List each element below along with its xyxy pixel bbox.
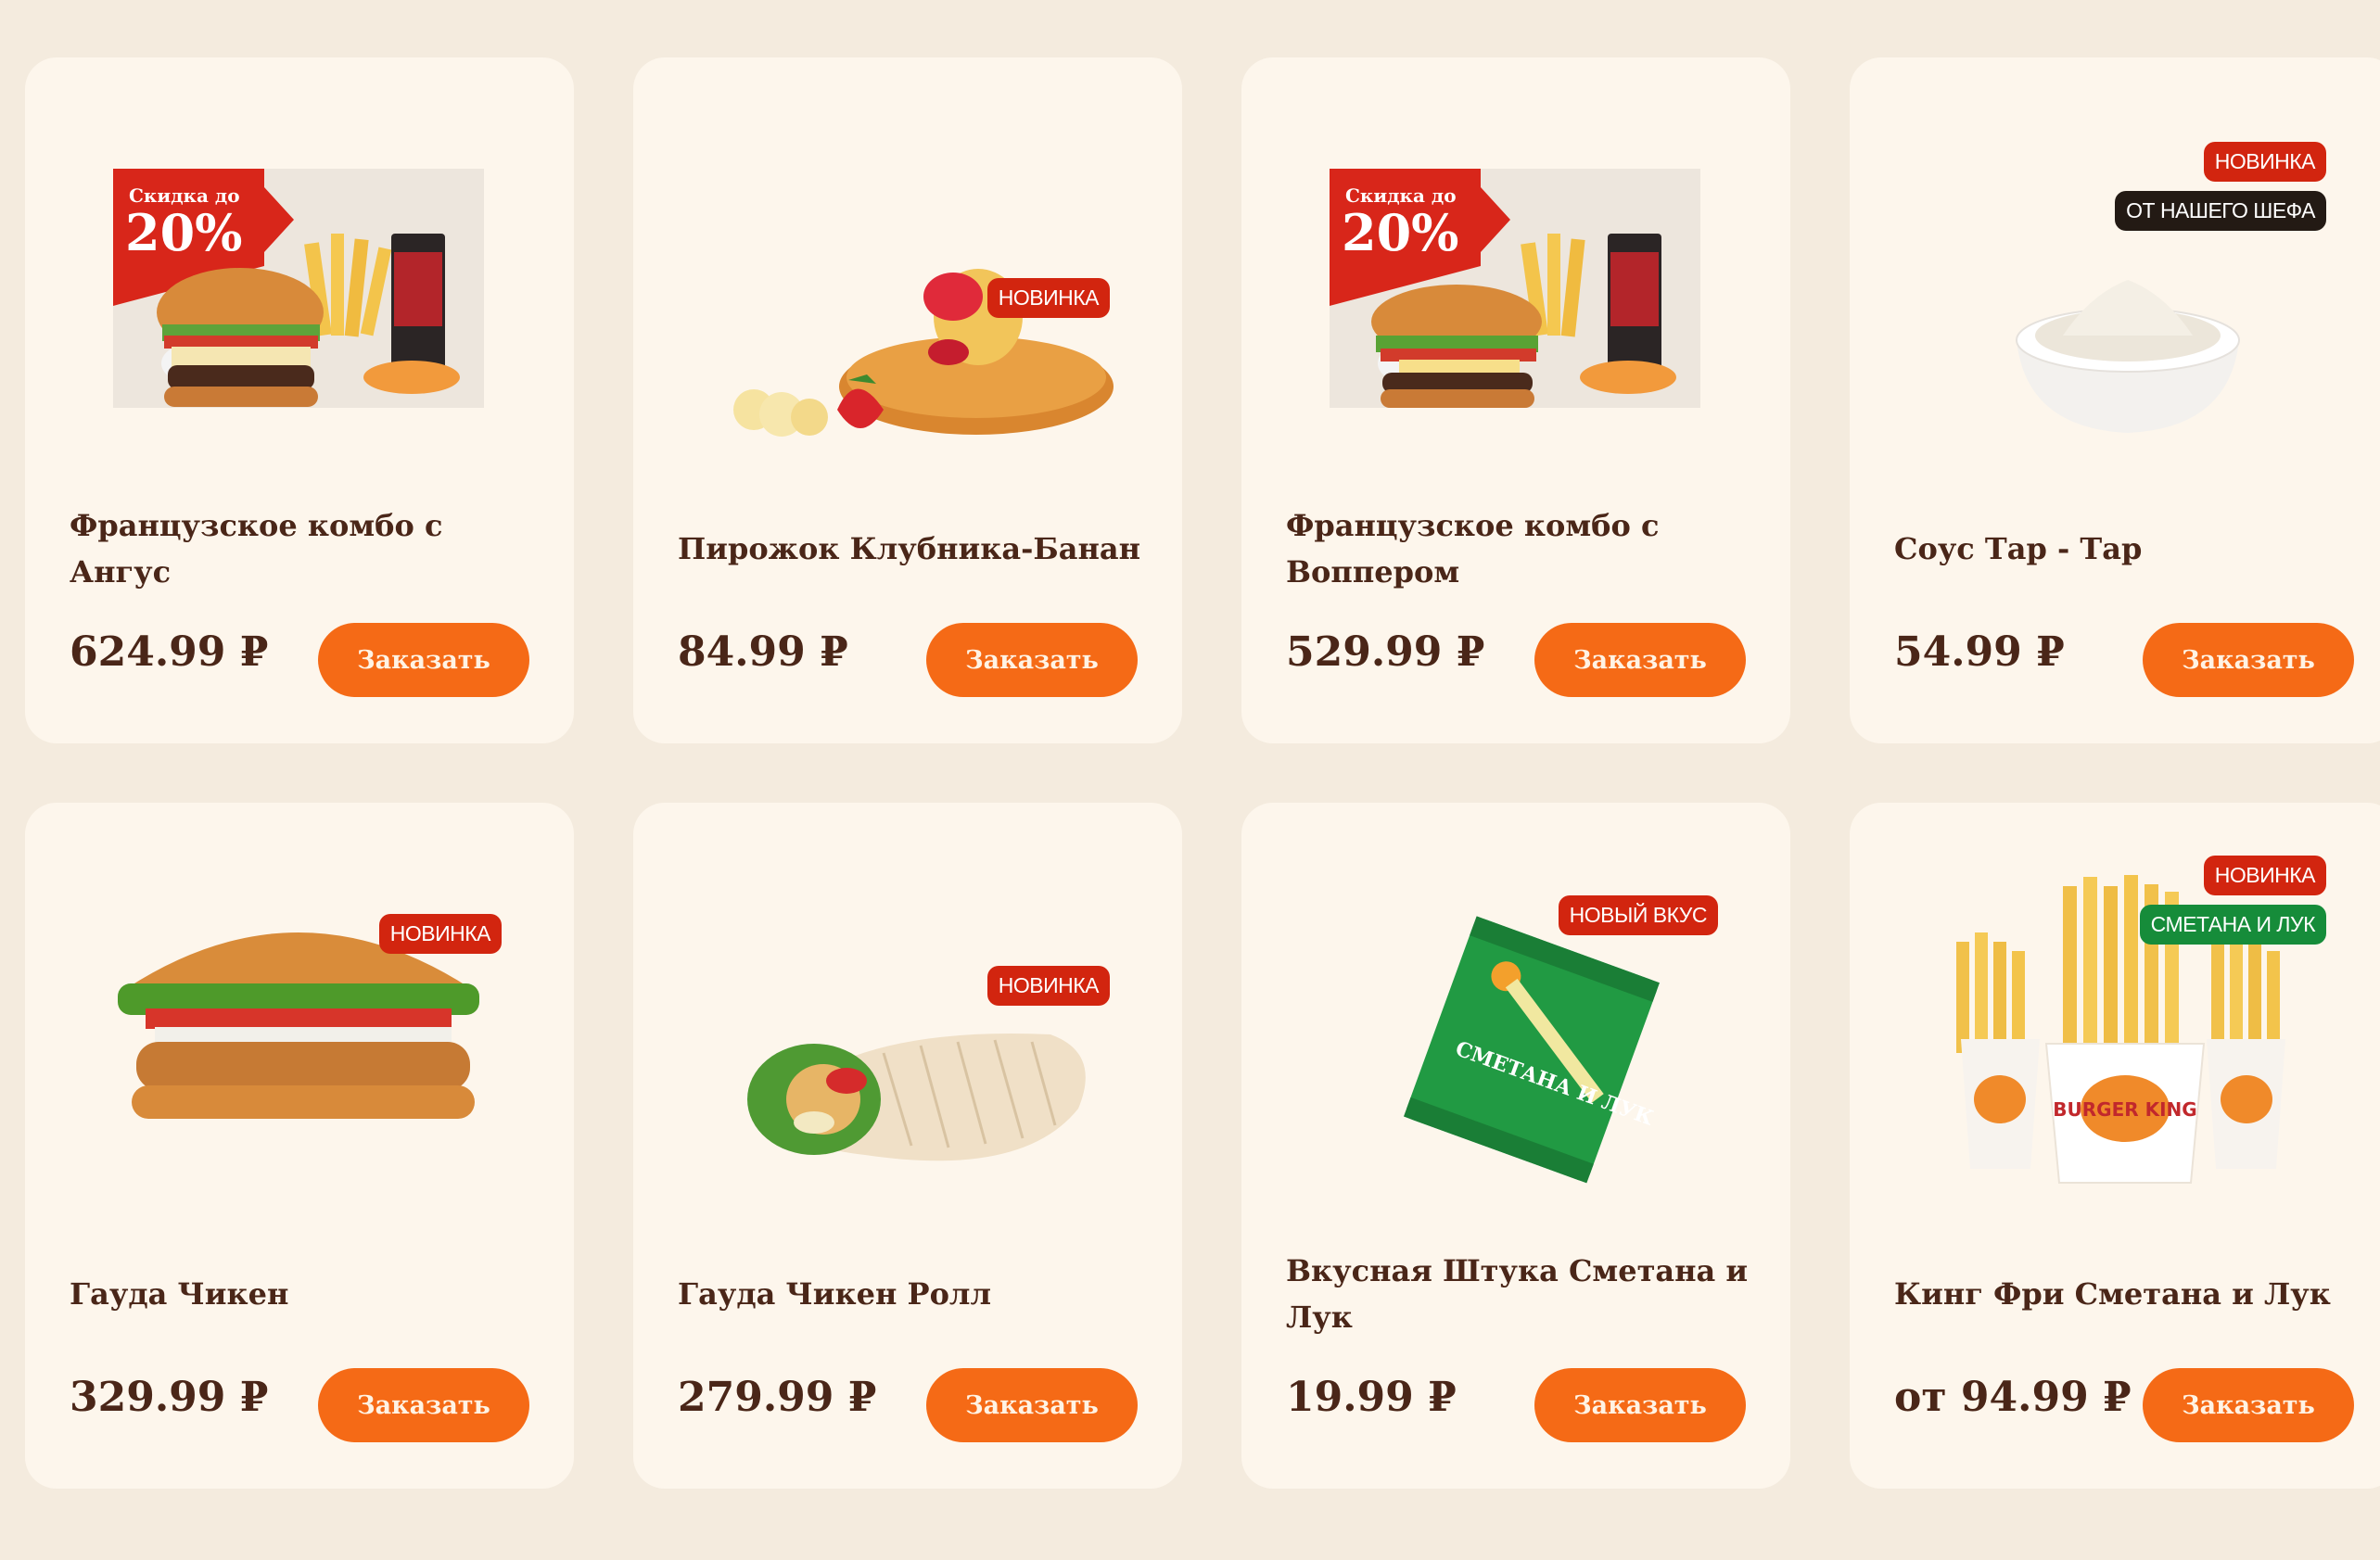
product-price: 54.99 ₽: [1894, 628, 2065, 676]
product-card[interactable]: НОВИНКА ОТ НАШЕГО ШЕФА Соус Тар - Тар 54…: [1850, 57, 2380, 743]
product-name[interactable]: Французское комбо с Воппером: [1286, 502, 1753, 595]
combo-image: Скидка до 20%: [113, 169, 484, 408]
product-image-combo-angus[interactable]: Скидка до 20%: [25, 57, 574, 447]
product-card[interactable]: НОВИНКА Гауда Чикен Ролл 279.99 ₽ Заказа…: [633, 803, 1182, 1489]
box-brand: BURGER KING: [2053, 1098, 2196, 1121]
product-name[interactable]: Французское комбо с Ангус: [70, 502, 537, 595]
product-image-pie[interactable]: НОВИНКА: [633, 57, 1182, 447]
product-card[interactable]: СМЕТАНА И ЛУК НОВЫЙ ВКУС Вкусная Штука С…: [1241, 803, 1790, 1489]
product-price: 279.99 ₽: [678, 1374, 877, 1421]
product-card[interactable]: Скидка до 20% Французское комбо с Ангус …: [25, 57, 574, 743]
product-price: от 94.99 ₽: [1894, 1374, 2132, 1421]
order-button[interactable]: Заказать: [2143, 623, 2354, 697]
order-button[interactable]: Заказать: [318, 1368, 529, 1442]
product-name[interactable]: Вкусная Штука Сметана и Лук: [1286, 1248, 1753, 1340]
product-name[interactable]: Соус Тар - Тар: [1894, 526, 2361, 572]
product-card[interactable]: НОВИНКА Гауда Чикен 329.99 ₽ Заказать: [25, 803, 574, 1489]
product-price: 329.99 ₽: [70, 1374, 269, 1421]
product-card[interactable]: НОВИНКА Пирожок Клубника-Банан 84.99 ₽ З…: [633, 57, 1182, 743]
flavor-badge: СМЕТАНА И ЛУК: [2139, 905, 2326, 945]
product-grid: Скидка до 20% Французское комбо с Ангус …: [25, 57, 2380, 1489]
product-name[interactable]: Пирожок Клубника-Банан: [678, 526, 1145, 572]
product-image-sauce[interactable]: НОВИНКА ОТ НАШЕГО ШЕФА: [1850, 57, 2380, 447]
snack-pack-image: СМЕТАНА И ЛУК: [1403, 916, 1660, 1184]
new-badge: НОВИНКА: [2203, 856, 2326, 895]
product-image-king-fries[interactable]: BURGER KING НОВИНКА СМЕТАНА И ЛУК: [1850, 803, 2380, 1192]
product-name[interactable]: Гауда Чикен: [70, 1271, 537, 1317]
order-button[interactable]: Заказать: [2143, 1368, 2354, 1442]
product-image-gouda-chicken[interactable]: НОВИНКА: [25, 803, 574, 1192]
new-badge: НОВИНКА: [986, 966, 1110, 1006]
pie-image: [733, 269, 1114, 437]
product-card[interactable]: Скидка до 20% Французское комбо с Воппер…: [1241, 57, 1790, 743]
product-image-combo-whopper[interactable]: Скидка до 20%: [1241, 57, 1790, 447]
product-image-snack-pack[interactable]: СМЕТАНА И ЛУК НОВЫЙ ВКУС: [1241, 803, 1790, 1192]
new-badge: НОВИНКА: [2203, 142, 2326, 182]
chef-badge: ОТ НАШЕГО ШЕФА: [2115, 191, 2326, 231]
burger-image: [118, 932, 479, 1119]
new-flavor-badge: НОВЫЙ ВКУС: [1558, 895, 1718, 935]
order-button[interactable]: Заказать: [926, 1368, 1138, 1442]
product-price: 84.99 ₽: [678, 628, 848, 676]
promo-value: 20%: [1342, 203, 1458, 262]
promo-value: 20%: [125, 203, 242, 262]
product-name[interactable]: Гауда Чикен Ролл: [678, 1271, 1145, 1317]
product-price: 529.99 ₽: [1286, 628, 1485, 676]
combo-image: Скидка до 20%: [1330, 169, 1700, 408]
product-name[interactable]: Кинг Фри Сметана и Лук: [1894, 1271, 2361, 1317]
sauce-image: [2016, 280, 2240, 433]
order-button[interactable]: Заказать: [1534, 1368, 1746, 1442]
product-image-gouda-roll[interactable]: НОВИНКА: [633, 803, 1182, 1192]
product-price: 624.99 ₽: [70, 628, 269, 676]
order-button[interactable]: Заказать: [318, 623, 529, 697]
product-card[interactable]: BURGER KING НОВИНКА СМЕТАНА И ЛУК Кинг Ф…: [1850, 803, 2380, 1489]
product-price: 19.99 ₽: [1286, 1374, 1457, 1421]
order-button[interactable]: Заказать: [926, 623, 1138, 697]
order-button[interactable]: Заказать: [1534, 623, 1746, 697]
new-badge: НОВИНКА: [378, 914, 502, 954]
new-badge: НОВИНКА: [986, 278, 1110, 318]
